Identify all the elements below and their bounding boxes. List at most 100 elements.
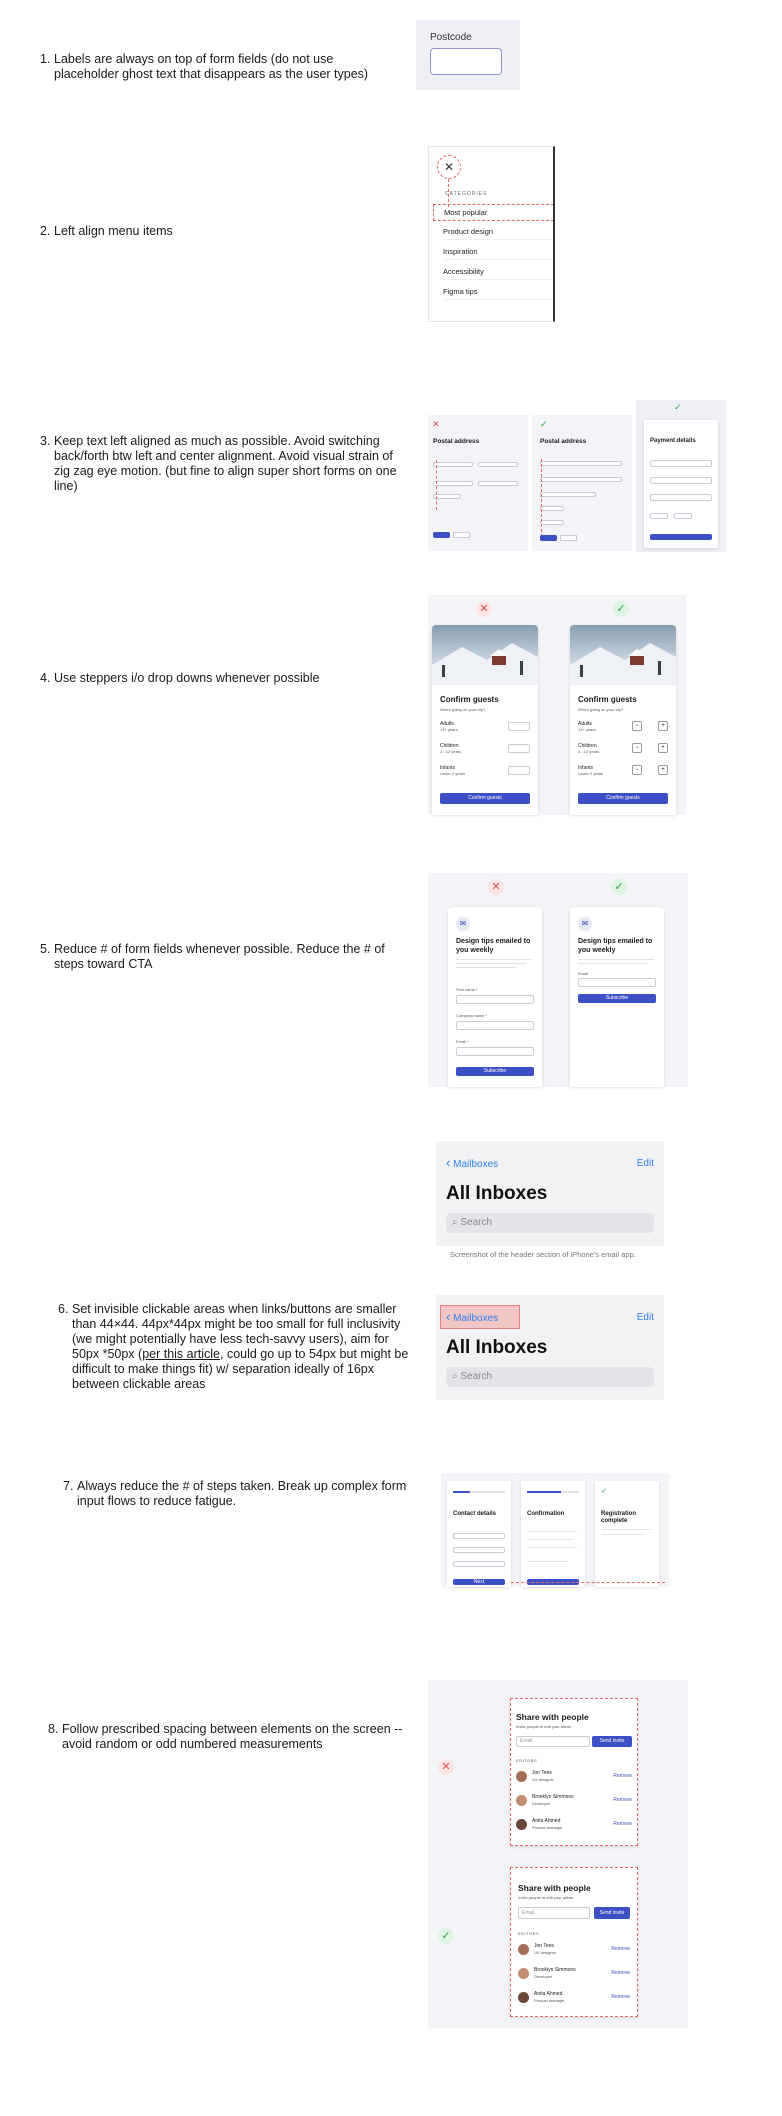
postcode-input[interactable] xyxy=(430,48,502,75)
menu-item[interactable]: Figma tips xyxy=(443,283,553,300)
rule-7: 7. Always reduce the # of steps taken. B… xyxy=(63,1479,423,1509)
subscribe-card-long: ✉ Design tips emailed to you weekly Firs… xyxy=(448,907,542,1087)
confirm-button[interactable]: Confirm guests xyxy=(578,793,668,804)
menu-item[interactable]: Product design xyxy=(443,223,553,240)
rule-text: Labels are always on top of form fields … xyxy=(54,52,369,81)
plus-icon[interactable]: + xyxy=(658,765,668,775)
company-field[interactable] xyxy=(456,1021,534,1030)
email-field[interactable] xyxy=(578,978,656,987)
remove-link[interactable]: Remove xyxy=(611,1970,630,1976)
field[interactable] xyxy=(433,462,473,467)
search-input[interactable]: ⌕ Search xyxy=(446,1367,654,1387)
submit-button[interactable] xyxy=(540,535,557,541)
subscribe-example: ✕ ✓ ✉ Design tips emailed to you weekly … xyxy=(428,873,688,1087)
dropdown[interactable] xyxy=(508,766,530,775)
avatar xyxy=(516,1795,527,1806)
send-invite-button[interactable]: Send invite xyxy=(592,1736,632,1747)
rule-text: Reduce # of form fields whenever possibl… xyxy=(54,942,385,971)
editor-row: Brooklyn Simmons Developer Remove xyxy=(516,1794,632,1808)
menu-item[interactable]: Inspiration xyxy=(443,243,553,260)
rule-4: 4. Use steppers i/o drop downs whenever … xyxy=(40,671,400,686)
text-placeholder xyxy=(456,959,532,960)
rule-text: Use steppers i/o drop downs whenever pos… xyxy=(54,671,320,685)
remove-link[interactable]: Remove xyxy=(613,1773,632,1779)
stepper[interactable]: − + xyxy=(632,765,668,775)
edit-link[interactable]: Edit xyxy=(637,1158,654,1169)
step-title: Registration complete xyxy=(601,1511,637,1524)
field[interactable] xyxy=(433,481,473,486)
remove-link[interactable]: Remove xyxy=(613,1797,632,1803)
email-field[interactable] xyxy=(456,1047,534,1056)
field[interactable] xyxy=(650,460,712,467)
edit-link[interactable]: Edit xyxy=(637,1312,654,1323)
pay-button[interactable] xyxy=(650,534,712,540)
card-subtitle: Who's going on your trip? xyxy=(440,707,486,712)
confirm-button[interactable]: Confirm guests xyxy=(440,793,530,804)
field[interactable] xyxy=(478,481,518,486)
field[interactable] xyxy=(453,1533,505,1539)
field[interactable] xyxy=(650,513,668,519)
menu-item[interactable]: Accessibility xyxy=(443,263,553,280)
rule-number: 2. xyxy=(40,224,51,238)
editor-name: Anita Ahmed xyxy=(534,1991,563,1997)
section-label: EDITORS xyxy=(516,1758,538,1763)
dropdown[interactable] xyxy=(508,722,530,731)
cancel-button[interactable] xyxy=(560,535,577,541)
subscribe-button[interactable]: Subscribe xyxy=(578,994,656,1003)
plus-icon[interactable]: + xyxy=(658,721,668,731)
share-card-consistent-spacing: Share with people Invite people to edit … xyxy=(510,1867,638,2017)
remove-link[interactable]: Remove xyxy=(611,1946,630,1952)
field[interactable] xyxy=(674,513,692,519)
submit-button[interactable] xyxy=(433,532,450,538)
field[interactable] xyxy=(453,1561,505,1567)
email-input[interactable]: Email xyxy=(516,1736,590,1747)
field[interactable] xyxy=(540,520,564,525)
search-input[interactable]: ⌕ Search xyxy=(446,1213,654,1233)
guest-row: Children 2 - 12 years − + xyxy=(578,743,668,754)
close-icon[interactable]: ✕ xyxy=(437,155,461,179)
editor-name: Brooklyn Simmons xyxy=(532,1794,574,1800)
stepper[interactable]: − + xyxy=(632,721,668,731)
guest-row: Adults 13+ years − + xyxy=(578,721,668,732)
spacing-example: ✕ ✓ Share with people Invite people to e… xyxy=(428,1680,688,2028)
back-link[interactable]: ‹ Mailboxes xyxy=(446,1155,498,1170)
minus-icon[interactable]: − xyxy=(632,743,642,753)
minus-icon[interactable]: − xyxy=(632,765,642,775)
guest-row: Adults 13+ years xyxy=(440,721,530,732)
field[interactable] xyxy=(540,461,622,466)
next-button[interactable]: Next xyxy=(453,1579,505,1585)
ios-header-tap-area: ‹ Mailboxes Edit All Inboxes ⌕ Search xyxy=(436,1295,664,1400)
rule-number: 8. xyxy=(48,1722,59,1736)
field[interactable] xyxy=(478,462,518,467)
send-invite-button[interactable]: Send invite xyxy=(594,1907,630,1919)
field[interactable] xyxy=(650,477,712,484)
menu-item[interactable]: Most popular xyxy=(433,204,553,221)
email-input[interactable]: Email xyxy=(518,1907,590,1919)
remove-link[interactable]: Remove xyxy=(613,1821,632,1827)
stepper[interactable]: − + xyxy=(632,743,668,753)
field[interactable] xyxy=(540,477,622,482)
chevron-left-icon: ‹ xyxy=(446,1155,451,1170)
subscribe-button[interactable]: Subscribe xyxy=(456,1067,534,1076)
back-link[interactable]: ‹ Mailboxes xyxy=(446,1309,498,1324)
field[interactable] xyxy=(433,494,461,499)
text-placeholder xyxy=(601,1529,651,1530)
dropdown[interactable] xyxy=(508,744,530,753)
field-label: Email * xyxy=(456,1039,469,1044)
plus-icon[interactable]: + xyxy=(658,743,668,753)
card-title: Design tips emailed to you weekly xyxy=(456,938,531,954)
remove-link[interactable]: Remove xyxy=(611,1994,630,2000)
stepper-example: ✕ ✓ Confirm guests Who's going on your t… xyxy=(428,595,686,815)
card-title: Confirm guests xyxy=(440,695,499,704)
field[interactable] xyxy=(650,494,712,501)
field[interactable] xyxy=(453,1547,505,1553)
field[interactable] xyxy=(540,506,564,511)
form-title: Postal address xyxy=(433,438,480,445)
cancel-button[interactable] xyxy=(453,532,470,538)
card-title: Share with people xyxy=(518,1883,591,1893)
article-link[interactable]: per this article xyxy=(142,1347,220,1361)
guests-card-dropdown: Confirm guests Who's going on your trip?… xyxy=(432,625,538,815)
first-name-field[interactable] xyxy=(456,995,534,1004)
field[interactable] xyxy=(540,492,596,497)
minus-icon[interactable]: − xyxy=(632,721,642,731)
